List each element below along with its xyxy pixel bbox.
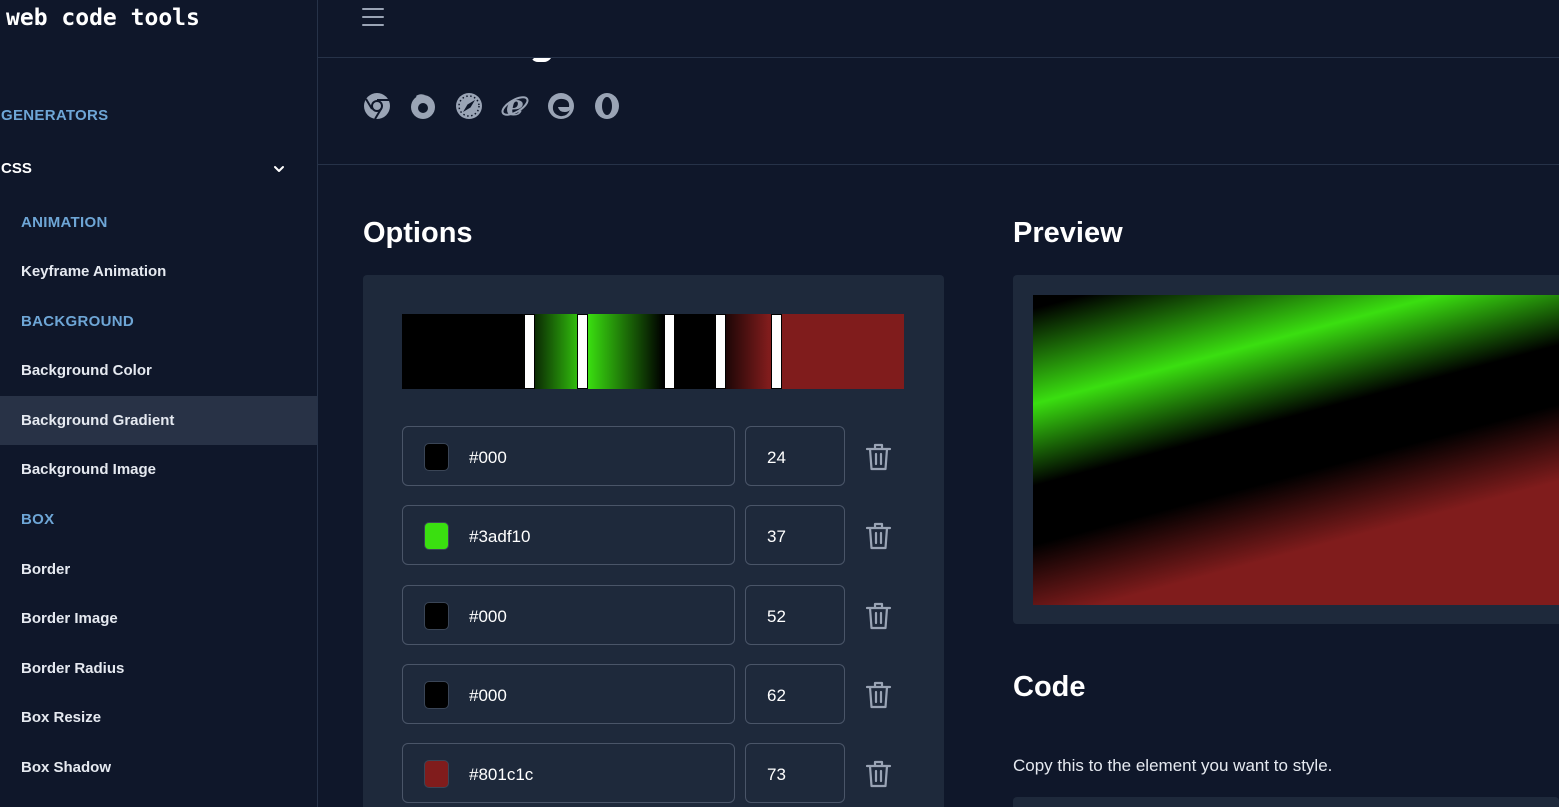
stop-position-input[interactable]: 24 (745, 426, 845, 486)
stop-position-value: 37 (767, 527, 786, 546)
group-animation: ANIMATION (21, 214, 108, 231)
stop-position-value: 24 (767, 448, 786, 467)
options-panel: #000 24 #3adf10 37 #000 52 #000 62 #801c… (363, 275, 944, 807)
trash-icon[interactable] (865, 759, 892, 789)
sidebar-item-background-gradient[interactable]: Background Gradient (0, 396, 317, 445)
color-swatch[interactable] (424, 760, 449, 788)
preview-panel (1013, 275, 1559, 624)
gradient-stop-handle[interactable] (664, 314, 675, 389)
trash-icon[interactable] (865, 601, 892, 631)
chrome-icon (364, 93, 390, 120)
stop-position-value: 52 (767, 607, 786, 626)
gradient-stop-handle[interactable] (715, 314, 726, 389)
sidebar-item-box-shadow[interactable]: Box Shadow (0, 743, 317, 792)
svg-text:e: e (506, 91, 524, 121)
edge-icon (548, 93, 574, 119)
color-stop-field[interactable]: #000 (402, 426, 735, 486)
sidebar-item-border-radius[interactable]: Border Radius (0, 644, 317, 693)
options-heading: Options (363, 217, 473, 249)
trash-icon[interactable] (865, 442, 892, 472)
color-swatch[interactable] (424, 681, 449, 709)
gradient-stop-handle[interactable] (771, 314, 782, 389)
sidebar-item-keyframe-animation[interactable]: Keyframe Animation (0, 247, 317, 296)
chevron-down-icon (274, 166, 284, 172)
color-swatch[interactable] (424, 522, 449, 550)
color-stop-field[interactable]: #000 (402, 664, 735, 724)
stop-position-input[interactable]: 73 (745, 743, 845, 803)
code-heading: Code (1013, 671, 1086, 703)
menu-icon[interactable] (362, 8, 384, 28)
sidebar-item-label: CSS (1, 160, 32, 177)
section-generators: GENERATORS (1, 107, 109, 124)
code-output[interactable] (1013, 797, 1559, 807)
color-stop-field[interactable]: #3adf10 (402, 505, 735, 565)
color-value: #000 (469, 607, 507, 626)
color-swatch[interactable] (424, 602, 449, 630)
safari-icon (456, 93, 482, 119)
color-stop-row: #000 62 (402, 664, 904, 724)
internet-explorer-icon: e (501, 91, 529, 121)
sidebar-item-css[interactable]: CSS (1, 160, 301, 182)
color-value: #3adf10 (469, 527, 531, 546)
group-box: BOX (21, 511, 55, 528)
sidebar: web code tools GENERATORS CSS ANIMATION … (0, 0, 318, 807)
color-stop-row: #000 52 (402, 585, 904, 645)
sidebar-item-border[interactable]: Border (0, 545, 317, 594)
color-value: #801c1c (469, 765, 534, 784)
topbar (318, 0, 1559, 58)
color-value: #000 (469, 686, 507, 705)
brand-logo[interactable]: web code tools (6, 5, 200, 31)
gradient-stop-handle[interactable] (524, 314, 535, 389)
color-stop-row: #000 24 (402, 426, 904, 486)
sidebar-item-box-resize[interactable]: Box Resize (0, 693, 317, 742)
section-divider (318, 164, 1559, 165)
preview-heading: Preview (1013, 217, 1123, 249)
group-background: BACKGROUND (21, 313, 134, 330)
trash-icon[interactable] (865, 521, 892, 551)
sidebar-item-background-color[interactable]: Background Color (0, 346, 317, 395)
sidebar-item-background-image[interactable]: Background Image (0, 445, 317, 494)
code-instructions: Copy this to the element you want to sty… (1013, 756, 1333, 775)
firefox-icon (411, 94, 435, 119)
stop-position-value: 73 (767, 765, 786, 784)
trash-icon[interactable] (865, 680, 892, 710)
stop-position-value: 62 (767, 686, 786, 705)
stop-position-input[interactable]: 37 (745, 505, 845, 565)
gradient-preview (1033, 295, 1559, 605)
stop-position-input[interactable]: 62 (745, 664, 845, 724)
color-value: #000 (469, 448, 507, 467)
page-title-fragment (318, 58, 1559, 68)
stop-position-input[interactable]: 52 (745, 585, 845, 645)
color-stop-field[interactable]: #801c1c (402, 743, 735, 803)
opera-icon (595, 93, 619, 119)
color-stop-field[interactable]: #000 (402, 585, 735, 645)
browser-support: e (362, 91, 622, 121)
gradient-stop-handle[interactable] (577, 314, 588, 389)
color-swatch[interactable] (424, 443, 449, 471)
color-stop-row: #801c1c 73 (402, 743, 904, 803)
sidebar-item-border-image[interactable]: Border Image (0, 594, 317, 643)
color-stop-row: #3adf10 37 (402, 505, 904, 565)
gradient-stop-bar[interactable] (402, 314, 904, 389)
